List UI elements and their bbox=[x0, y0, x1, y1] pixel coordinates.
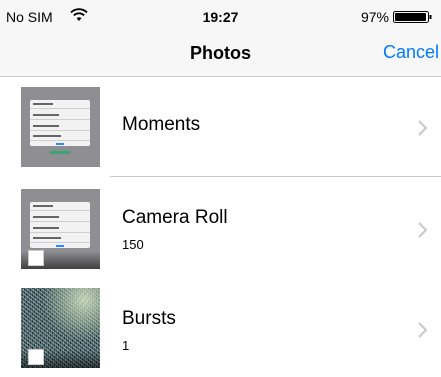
album-row-bursts[interactable]: Bursts 1 bbox=[0, 277, 441, 377]
chevron-right-icon bbox=[418, 322, 428, 338]
album-title: Camera Roll bbox=[122, 207, 228, 228]
album-count: 1 bbox=[122, 338, 130, 353]
thumbnail-square bbox=[28, 349, 44, 365]
album-thumbnail bbox=[21, 288, 100, 368]
album-title: Moments bbox=[122, 114, 201, 135]
page-title: Photos bbox=[190, 43, 251, 63]
thumbnail-accent-bar bbox=[50, 151, 70, 154]
chevron-right-icon bbox=[418, 120, 428, 136]
status-bar: No SIM 19:27 97% bbox=[0, 0, 441, 30]
album-thumbnail bbox=[21, 189, 100, 269]
navigation-bar: Photos Cancel bbox=[0, 30, 441, 77]
cancel-button[interactable]: Cancel bbox=[383, 42, 439, 62]
album-row-moments[interactable]: Moments bbox=[0, 77, 441, 177]
album-thumbnail bbox=[21, 87, 100, 167]
album-row-camera-roll[interactable]: Camera Roll 150 bbox=[0, 177, 441, 277]
chevron-right-icon bbox=[418, 222, 428, 238]
thumbnail-dialog bbox=[30, 202, 90, 248]
battery-icon bbox=[393, 11, 432, 23]
album-count: 150 bbox=[122, 237, 144, 252]
thumbnail-dialog bbox=[30, 100, 90, 146]
thumbnail-square bbox=[28, 250, 44, 266]
album-title: Bursts bbox=[122, 308, 176, 329]
battery-percent-label: 97% bbox=[360, 9, 389, 25]
